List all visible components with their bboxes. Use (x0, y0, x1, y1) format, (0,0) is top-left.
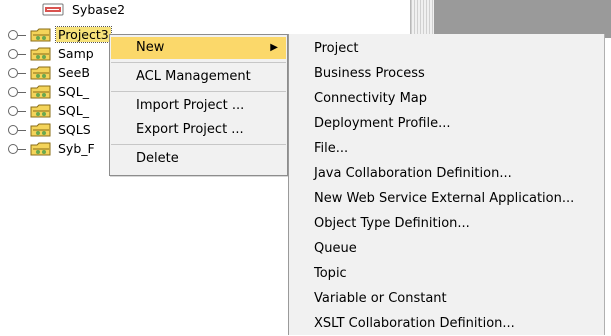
project-icon (30, 46, 52, 62)
submenu-item-topic[interactable]: Topic (289, 261, 604, 286)
menu-item-label: Delete (136, 151, 179, 166)
submenu-arrow-icon: ▶ (270, 42, 278, 53)
expand-icon[interactable] (8, 29, 26, 40)
tree-item-label: Sybase2 (72, 2, 126, 17)
submenu-item-xslt-collaboration-definition[interactable]: XSLT Collaboration Definition... (289, 311, 604, 336)
submenu-item-connectivity-map[interactable]: Connectivity Map (289, 86, 604, 111)
project-icon (30, 122, 52, 138)
submenu-item-queue[interactable]: Queue (289, 236, 604, 261)
tree-item-sql-1[interactable]: SQL_ (0, 82, 91, 101)
menu-separator (111, 91, 286, 92)
right-pane (434, 0, 611, 38)
tree-item-samp[interactable]: Samp (0, 44, 96, 63)
tree-item-label: Samp (58, 46, 94, 61)
tree-item-seeb[interactable]: SeeB (0, 63, 92, 82)
project-icon (30, 84, 52, 100)
submenu-item-java-collaboration-definition[interactable]: Java Collaboration Definition... (289, 161, 604, 186)
submenu-item-deployment-profile[interactable]: Deployment Profile... (289, 111, 604, 136)
project-icon (30, 27, 52, 43)
tree-item-label: Project3 (55, 26, 112, 43)
tree-item-label: SQL_ (58, 103, 89, 118)
tree-item-label: SeeB (58, 65, 90, 80)
tree-item-sqls[interactable]: SQLS (0, 120, 93, 139)
submenu-item-project[interactable]: Project (289, 36, 604, 61)
submenu-item-object-type-definition[interactable]: Object Type Definition... (289, 211, 604, 236)
menu-item-label: Export Project ... (136, 122, 244, 137)
expand-icon[interactable] (8, 86, 26, 97)
expand-icon[interactable] (8, 67, 26, 78)
tree-item-label: SQL_ (58, 84, 89, 99)
project-icon (30, 103, 52, 119)
menu-item-delete[interactable]: Delete (111, 148, 286, 170)
menu-item-import-project[interactable]: Import Project ... (111, 95, 286, 117)
submenu-item-business-process[interactable]: Business Process (289, 61, 604, 86)
menu-separator (111, 62, 286, 63)
menu-item-label: New (136, 40, 165, 55)
menu-item-label: Import Project ... (136, 98, 245, 113)
tree-item-syb-f[interactable]: Syb_F (0, 139, 97, 158)
tree-item-project3[interactable]: Project3 (0, 25, 112, 44)
context-menu: New ▶ ACL Management Import Project ... … (109, 34, 288, 176)
menu-item-label: ACL Management (136, 69, 251, 84)
submenu-item-new-web-service-external-application[interactable]: New Web Service External Application... (289, 186, 604, 211)
expand-icon[interactable] (8, 124, 26, 135)
submenu-item-file[interactable]: File... (289, 136, 604, 161)
database-icon (40, 3, 66, 16)
tree-item-label: SQLS (58, 122, 91, 137)
menu-item-acl-management[interactable]: ACL Management (111, 66, 286, 88)
menu-item-export-project[interactable]: Export Project ... (111, 119, 286, 141)
submenu-item-variable-or-constant[interactable]: Variable or Constant (289, 286, 604, 311)
split-pane-divider[interactable] (410, 0, 435, 38)
expand-icon[interactable] (8, 48, 26, 59)
menu-separator (111, 144, 286, 145)
new-submenu: Project Business Process Connectivity Ma… (288, 34, 605, 335)
expand-icon[interactable] (8, 143, 26, 154)
tree-item-sql-2[interactable]: SQL_ (0, 101, 91, 120)
project-icon (30, 141, 52, 157)
menu-item-new[interactable]: New ▶ (111, 37, 286, 59)
tree-item-sybase2[interactable]: Sybase2 (40, 0, 127, 19)
project-icon (30, 65, 52, 81)
expand-icon[interactable] (8, 105, 26, 116)
tree-item-label: Syb_F (58, 141, 95, 156)
